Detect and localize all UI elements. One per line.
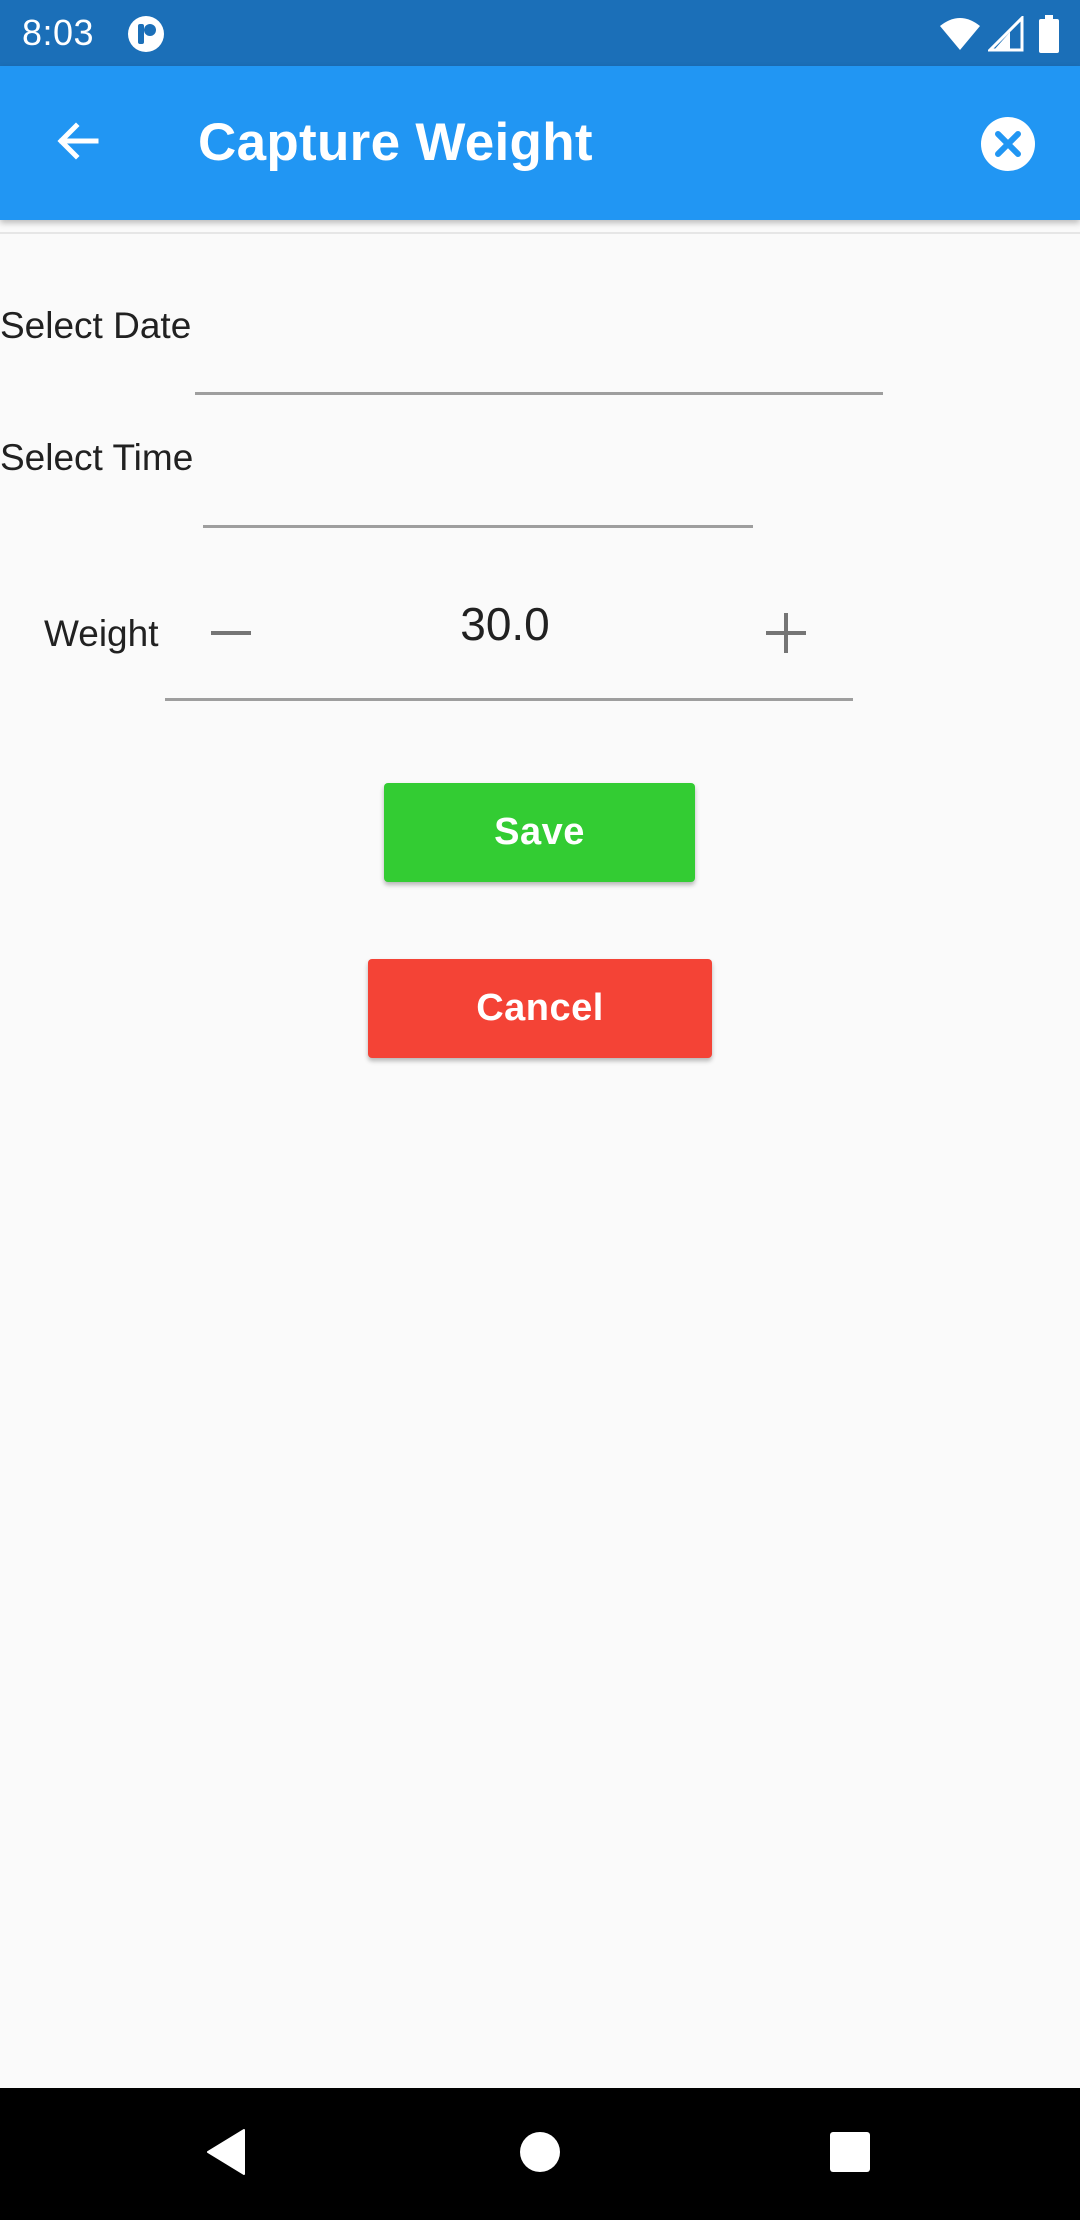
status-bar: 8:03 xyxy=(0,0,1080,66)
select-time-label: Select Time xyxy=(0,437,194,478)
plus-icon xyxy=(764,611,808,660)
weight-value[interactable]: 30.0 xyxy=(330,596,680,652)
close-circle-icon xyxy=(980,117,1036,176)
arrow-back-icon xyxy=(52,116,102,171)
app-notification-icon xyxy=(126,14,166,54)
date-field[interactable] xyxy=(195,344,883,395)
decrement-button[interactable] xyxy=(194,598,268,672)
cell-signal-icon xyxy=(988,16,1024,52)
back-button[interactable] xyxy=(36,102,118,184)
nav-back-button[interactable] xyxy=(180,2108,272,2200)
cancel-button[interactable]: Cancel xyxy=(368,959,712,1058)
close-button[interactable] xyxy=(980,116,1036,172)
select-date-label: Select Date xyxy=(0,305,192,346)
nav-recents-square-icon xyxy=(829,2131,871,2178)
divider xyxy=(0,232,1080,234)
wifi-icon xyxy=(938,16,982,52)
nav-recents-button[interactable] xyxy=(804,2108,896,2200)
weight-label: Weight xyxy=(44,613,159,654)
status-time: 8:03 xyxy=(22,12,95,53)
weight-field-underline xyxy=(165,698,853,701)
status-indicators xyxy=(938,14,1060,54)
nav-back-triangle-icon xyxy=(204,2128,248,2181)
increment-button[interactable] xyxy=(749,598,823,672)
save-button[interactable]: Save xyxy=(384,783,695,882)
system-nav-bar xyxy=(0,2088,1080,2220)
app-bar: Capture Weight xyxy=(0,66,1080,220)
minus-icon xyxy=(209,611,253,660)
time-field[interactable] xyxy=(203,477,753,528)
nav-home-circle-icon xyxy=(519,2131,561,2178)
nav-home-button[interactable] xyxy=(494,2108,586,2200)
page-title: Capture Weight xyxy=(198,113,593,172)
battery-icon xyxy=(1038,15,1060,53)
